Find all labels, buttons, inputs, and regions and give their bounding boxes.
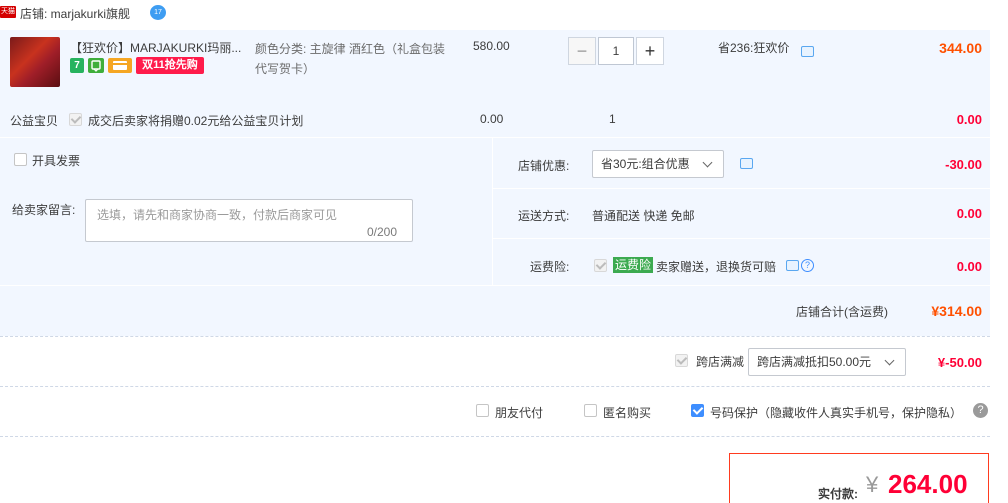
row-divider: [0, 285, 990, 286]
dashed-divider: [0, 436, 990, 437]
cross-store-label: 跨店满减: [696, 355, 745, 369]
charity-label: 公益宝贝: [10, 114, 59, 128]
quantity-increase-button[interactable]: +: [636, 37, 664, 65]
anonymous-label[interactable]: 匿名购买: [603, 404, 651, 421]
shop-total-value: ¥314.00: [931, 303, 982, 319]
shop-discount-select[interactable]: 省30元:组合优惠: [592, 150, 724, 178]
insurance-info-icon[interactable]: [786, 260, 799, 271]
charity-text: 成交后卖家将捐赠0.02元给公益宝贝计划: [88, 114, 304, 128]
7-day-return-icon[interactable]: 7: [70, 58, 84, 73]
cross-store-selected: 跨店满减抵扣50.00元: [757, 355, 872, 369]
unit-price: 580.00: [473, 39, 510, 53]
invoice-label[interactable]: 开具发票: [32, 152, 80, 169]
invoice-checkbox[interactable]: [14, 153, 27, 166]
charity-total: 0.00: [956, 112, 982, 127]
item-promo-text: 省236:狂欢价: [718, 41, 790, 55]
sku-description: 颜色分类: 主旋律 酒红色（礼盒包装 代写贺卡）: [255, 42, 446, 76]
freight-insurance-label: 运费险:: [530, 260, 570, 274]
message-label: 给卖家留言:: [12, 203, 76, 217]
freight-insurance-text: 卖家赠送，退换货可赔: [656, 260, 777, 274]
order-panel: [0, 30, 990, 336]
cross-store-select[interactable]: 跨店满减抵扣50.00元: [748, 348, 906, 376]
privacy-protect-label[interactable]: 号码保护（隐藏收件人真实手机号，保护隐私）: [710, 404, 962, 421]
product-title-link[interactable]: 【狂欢价】MARJAKURKI玛丽...: [70, 39, 245, 56]
section-divider: [0, 137, 990, 138]
item-total-price: 344.00: [939, 40, 982, 56]
dashed-divider: [0, 386, 990, 387]
friend-pay-checkbox[interactable]: [476, 404, 489, 417]
shop-discount-selected: 省30元:组合优惠: [601, 157, 690, 171]
shipping-method: 普通配送 快递 免邮: [592, 209, 695, 223]
double11-promo-badge[interactable]: 双11抢先购: [136, 57, 204, 74]
freight-insurance-checkbox: [594, 259, 607, 272]
freight-insurance-badge: 运费险: [613, 257, 654, 273]
charity-checkbox: [69, 113, 82, 126]
cross-store-checkbox: [675, 354, 688, 367]
privacy-protect-checkbox[interactable]: [691, 404, 704, 417]
card-icon[interactable]: [108, 58, 132, 73]
quantity-input[interactable]: 1: [598, 37, 634, 65]
payment-amount: 264.00: [888, 469, 968, 499]
charity-qty: 1: [609, 112, 616, 126]
help-icon[interactable]: ?: [801, 259, 814, 272]
row-divider: [493, 188, 990, 189]
green-badge-icon[interactable]: [88, 58, 104, 73]
message-char-count: 0/200: [367, 225, 398, 239]
product-image[interactable]: [10, 37, 60, 87]
dashed-divider: [0, 336, 990, 337]
help-icon[interactable]: ?: [973, 403, 988, 418]
shipping-label: 运送方式:: [518, 209, 570, 223]
row-divider: [493, 238, 990, 239]
tmall-badge-icon: 天猫: [0, 6, 16, 18]
currency-symbol: ¥: [866, 472, 879, 497]
friend-pay-label[interactable]: 朋友代付: [495, 404, 543, 421]
promo-info-icon[interactable]: [801, 46, 814, 57]
freight-insurance-amount: 0.00: [956, 259, 982, 274]
chevron-down-icon: [884, 355, 895, 366]
payment-label: 实付款:: [818, 487, 858, 501]
shop-discount-label: 店铺优惠:: [518, 159, 570, 173]
seller-message-placeholder: 选填，请先和商家协商一致，付款后商家可见: [97, 208, 338, 222]
cross-store-amount: ¥-50.00: [937, 355, 982, 370]
discount-info-icon[interactable]: [740, 158, 753, 169]
shop-total-label: 店铺合计(含运费): [796, 305, 888, 319]
chat-icon[interactable]: 17: [150, 5, 166, 20]
chevron-down-icon: [702, 157, 713, 168]
shop-discount-amount: -30.00: [945, 157, 982, 172]
charity-price: 0.00: [480, 112, 504, 126]
quantity-decrease-button[interactable]: −: [568, 37, 596, 65]
shipping-amount: 0.00: [956, 206, 982, 221]
anonymous-checkbox[interactable]: [584, 404, 597, 417]
column-divider: [492, 138, 493, 285]
shop-name-link[interactable]: 店铺: marjakurki旗舰: [20, 5, 130, 22]
